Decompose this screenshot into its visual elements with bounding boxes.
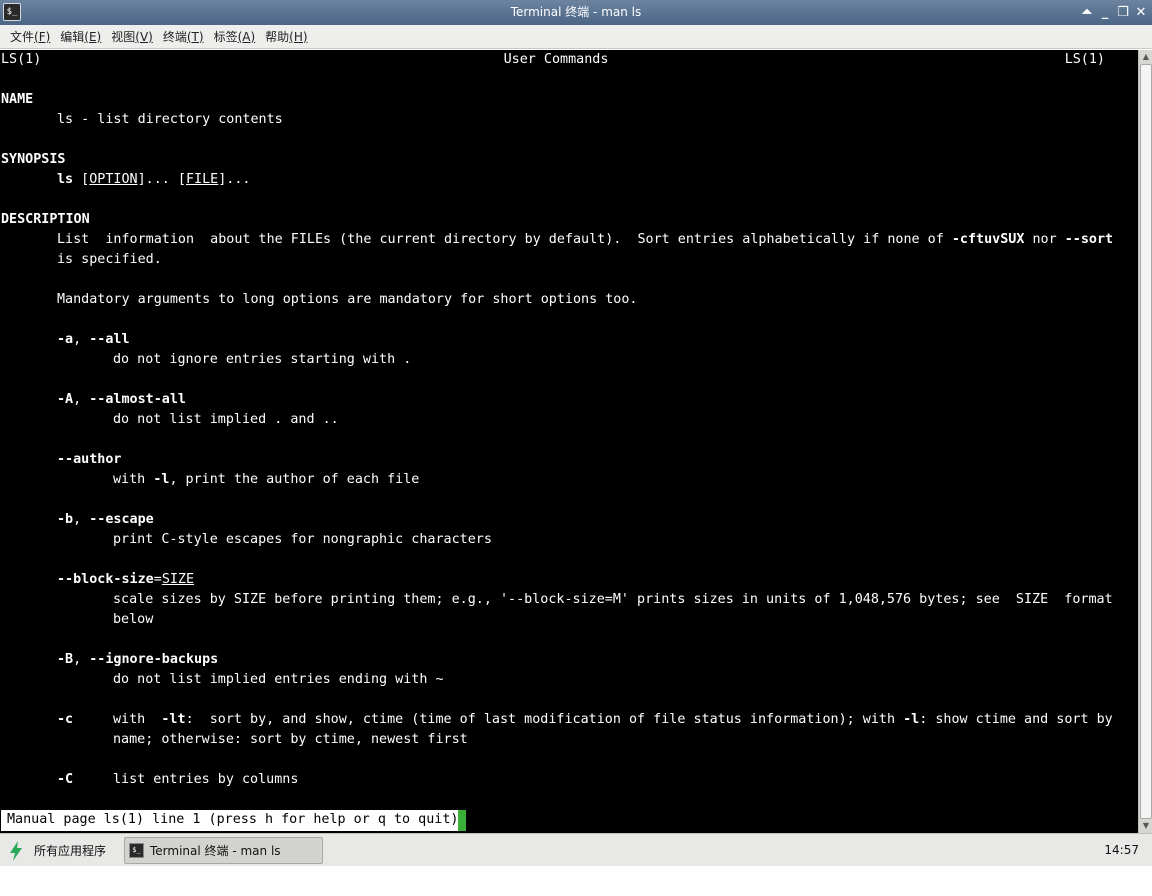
applications-menu-button[interactable]: 所有应用程序 bbox=[6, 834, 106, 867]
section-heading-name: NAME bbox=[1, 92, 34, 107]
taskbar: 所有应用程序 $_ Terminal 终端 - man ls 14:57 bbox=[0, 833, 1152, 866]
menu-bar: 文件(F) 编辑(E) 视图(V) 终端(T) 标签(A) 帮助(H) bbox=[0, 25, 1152, 49]
man-header-right: LS(1) bbox=[1064, 52, 1105, 67]
description-line: List information about the FILEs (the cu… bbox=[57, 232, 1114, 247]
option-description: list entries by columns bbox=[113, 772, 299, 787]
section-heading-synopsis: SYNOPSIS bbox=[1, 152, 66, 167]
scrollbar-thumb[interactable] bbox=[1140, 64, 1152, 819]
option-description: with -lt: sort by, and show, ctime (time… bbox=[113, 712, 1113, 727]
section-heading-description: DESCRIPTION bbox=[1, 212, 90, 227]
menu-edit[interactable]: 编辑(E) bbox=[55, 25, 106, 49]
option-almost-all: -A, --almost-all bbox=[57, 392, 186, 407]
option-description: name; otherwise: sort by ctime, newest f… bbox=[113, 732, 468, 747]
applications-menu-label: 所有应用程序 bbox=[34, 844, 107, 858]
terminal-icon: $_ bbox=[129, 843, 144, 858]
window-controls: ⏶ _ ❐ ✕ bbox=[1080, 0, 1148, 25]
option-all: -a, --all bbox=[57, 332, 130, 347]
synopsis-text: ls [OPTION]... [FILE]... bbox=[57, 172, 251, 187]
menu-terminal[interactable]: 终端(T) bbox=[158, 25, 209, 49]
window-title: Terminal 终端 - man ls bbox=[510, 5, 642, 19]
menu-view[interactable]: 视图(V) bbox=[106, 25, 158, 49]
option-ctime: -c bbox=[57, 712, 74, 727]
option-escape: -b, --escape bbox=[57, 512, 154, 527]
option-description: do not list implied entries ending with … bbox=[113, 672, 444, 687]
option-columns: -C bbox=[57, 772, 74, 787]
pager-status-line: Manual page ls(1) line 1 (press h for he… bbox=[1, 810, 467, 831]
taskbar-window-button[interactable]: $_ Terminal 终端 - man ls bbox=[124, 837, 323, 864]
clock[interactable]: 14:57 bbox=[1104, 834, 1139, 867]
man-header-center: User Commands bbox=[503, 52, 609, 67]
app-launcher-logo-icon bbox=[10, 840, 22, 861]
window-titlebar[interactable]: $_ Terminal 终端 - man ls ⏶ _ ❐ ✕ bbox=[0, 0, 1152, 25]
description-line: is specified. bbox=[57, 252, 162, 267]
menu-help[interactable]: 帮助(H) bbox=[260, 25, 312, 49]
option-author: --author bbox=[57, 452, 122, 467]
terminal-output[interactable]: LS(1) User Commands LS(1) NAME ls - list… bbox=[0, 50, 1138, 833]
option-block-size: --block-size=SIZE bbox=[57, 572, 195, 587]
option-description: do not ignore entries starting with . bbox=[113, 352, 412, 367]
menu-file[interactable]: 文件(F) bbox=[5, 25, 55, 49]
maximize-button[interactable]: ❐ bbox=[1116, 0, 1130, 25]
desktop-background bbox=[0, 866, 1152, 896]
text-cursor bbox=[458, 810, 467, 831]
option-ignore-backups: -B, --ignore-backups bbox=[57, 652, 219, 667]
minimize-button[interactable]: _ bbox=[1098, 0, 1112, 25]
option-description: print C-style escapes for nongraphic cha… bbox=[113, 532, 492, 547]
option-description: scale sizes by SIZE before printing them… bbox=[113, 592, 1113, 607]
close-button[interactable]: ✕ bbox=[1134, 0, 1148, 25]
shade-button[interactable]: ⏶ bbox=[1080, 0, 1094, 25]
vertical-scrollbar[interactable]: ▲ ▼ bbox=[1138, 50, 1152, 833]
name-text: ls - list directory contents bbox=[57, 112, 283, 127]
menu-tabs[interactable]: 标签(A) bbox=[209, 25, 261, 49]
scroll-down-arrow-icon[interactable]: ▼ bbox=[1139, 819, 1152, 833]
scroll-up-arrow-icon[interactable]: ▲ bbox=[1139, 50, 1152, 64]
mandatory-note: Mandatory arguments to long options are … bbox=[57, 292, 638, 307]
status-text: Manual page ls(1) line 1 (press h for he… bbox=[1, 810, 459, 831]
taskbar-window-label: Terminal 终端 - man ls bbox=[150, 844, 281, 858]
option-description: below bbox=[113, 612, 154, 627]
option-description: with -l, print the author of each file bbox=[113, 472, 420, 487]
option-description: do not list implied . and .. bbox=[113, 412, 339, 427]
